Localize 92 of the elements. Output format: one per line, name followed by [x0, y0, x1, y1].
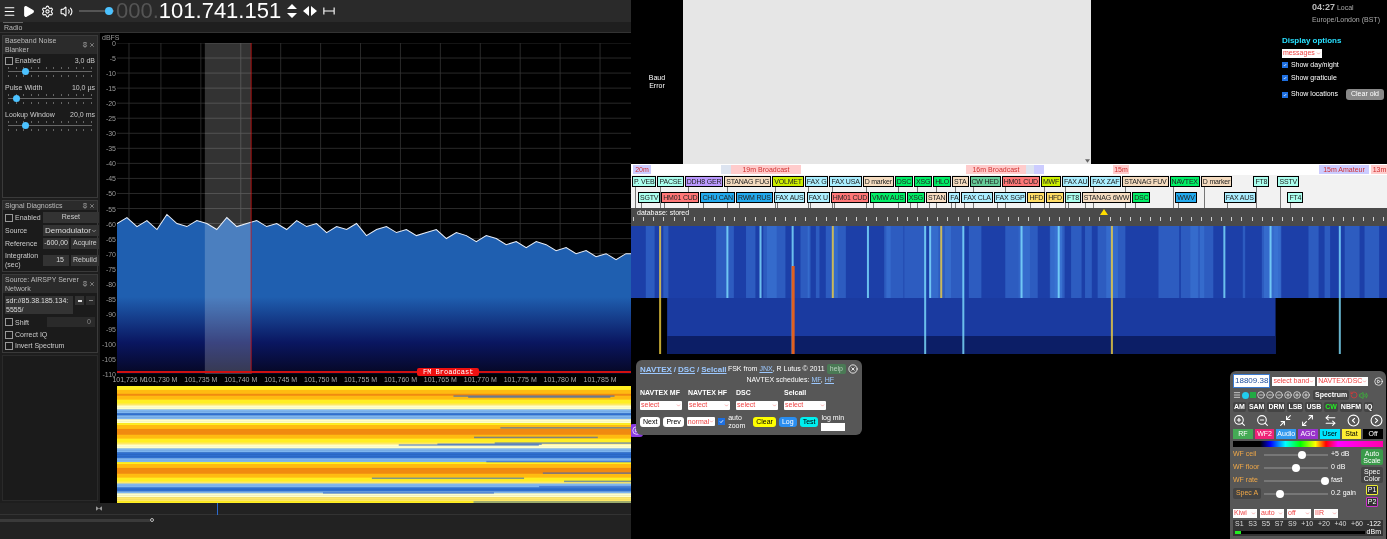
next-icon[interactable] — [1369, 414, 1383, 427]
zoom-in-icon[interactable] — [1233, 414, 1246, 427]
leader-line — [1172, 187, 1174, 208]
slider-thumb[interactable] — [21, 122, 29, 129]
menu-icon[interactable] — [3, 4, 16, 18]
checkbox[interactable] — [718, 418, 726, 426]
leader-line — [664, 203, 666, 208]
leader-line — [1280, 187, 1282, 208]
leader-line — [738, 203, 740, 208]
options-title: Display options — [1281, 35, 1343, 47]
slider-thumb[interactable] — [1298, 450, 1307, 459]
checkbox[interactable] — [1281, 62, 1288, 69]
checkbox[interactable] — [5, 341, 13, 350]
close-icon[interactable] — [89, 42, 95, 48]
leader-line — [1290, 203, 1292, 208]
zoom-out-icon[interactable] — [1266, 391, 1274, 399]
log-min-field[interactable] — [821, 423, 846, 431]
decoder-link[interactable]: NAVTEX — [640, 364, 672, 376]
clock-time: 04:27 — [1311, 1, 1335, 14]
splitter-icon[interactable] — [96, 506, 102, 511]
leader-line — [1203, 187, 1205, 208]
slider-thumb[interactable] — [21, 68, 29, 75]
up-down-icon[interactable] — [287, 4, 298, 18]
leader-line — [660, 187, 662, 208]
checkbox[interactable] — [1281, 74, 1288, 81]
leader-line — [1030, 203, 1032, 208]
filter-band[interactable] — [204, 43, 252, 374]
swap-icon[interactable] — [1324, 414, 1338, 427]
connect-icon[interactable] — [75, 296, 84, 305]
checkbox[interactable] — [5, 56, 13, 65]
checkbox[interactable] — [5, 330, 13, 339]
shrink-icon[interactable] — [1278, 414, 1292, 427]
caret-icon — [724, 402, 729, 408]
expand-icon[interactable] — [1301, 414, 1315, 427]
leader-line — [1135, 203, 1137, 208]
leader-line — [635, 187, 636, 208]
slider-thumb[interactable] — [13, 95, 21, 102]
decoder-link[interactable]: DSC — [678, 364, 695, 376]
zoom-in-icon[interactable] — [1302, 391, 1310, 399]
caret-icon — [1309, 378, 1315, 384]
caret-icon — [1362, 378, 1368, 384]
leader-line — [1256, 187, 1258, 208]
span-icon[interactable] — [323, 6, 336, 16]
zoom-out-icon[interactable] — [1257, 391, 1265, 399]
caret-icon — [676, 402, 681, 408]
speaker-icon[interactable] — [60, 4, 73, 18]
caret-icon — [1315, 51, 1321, 56]
zoom-in-icon[interactable] — [1293, 391, 1301, 399]
close-icon[interactable] — [89, 202, 95, 209]
zoom-out-icon[interactable] — [1255, 414, 1269, 427]
leader-line — [951, 203, 953, 208]
checkbox[interactable] — [5, 213, 13, 222]
leader-line — [909, 203, 911, 208]
decoder-link[interactable]: Selcall — [701, 364, 727, 376]
leader-line — [964, 203, 966, 208]
zoom-in-icon[interactable] — [1284, 391, 1292, 399]
zoom-out-icon[interactable] — [1275, 391, 1283, 399]
leader-line — [928, 203, 930, 208]
scroll-arrow-icon[interactable] — [1084, 159, 1090, 163]
left-right-icon[interactable] — [303, 6, 318, 16]
leader-line — [1068, 203, 1069, 208]
leader-line — [703, 203, 705, 208]
previous-icon[interactable] — [1347, 414, 1361, 427]
caret-icon — [90, 227, 97, 234]
caret-icon — [772, 402, 777, 408]
leader-line — [996, 203, 998, 208]
volume-thumb[interactable] — [104, 7, 113, 15]
caret-icon — [1278, 511, 1283, 516]
close-icon[interactable] — [89, 281, 95, 287]
leader-line — [1084, 203, 1086, 208]
separator: / — [697, 364, 700, 376]
caret-icon — [1251, 511, 1256, 516]
more-icon[interactable] — [86, 296, 95, 305]
slider-thumb[interactable] — [1276, 489, 1284, 498]
leader-line — [873, 203, 875, 208]
caret-icon — [1332, 511, 1337, 516]
leader-line — [641, 203, 642, 208]
leader-line — [1049, 203, 1051, 208]
checkbox[interactable] — [5, 318, 13, 326]
leader-line — [1178, 203, 1180, 208]
slider-thumb[interactable] — [1292, 463, 1300, 472]
source-select[interactable]: Demodulator — [43, 225, 99, 236]
leader-line — [1226, 203, 1228, 208]
play-icon[interactable] — [22, 4, 35, 18]
caret-icon — [709, 419, 715, 425]
caret-icon — [1305, 511, 1310, 516]
slider-thumb[interactable] — [1320, 476, 1329, 485]
settings-icon[interactable] — [41, 4, 54, 18]
checkbox[interactable] — [1281, 91, 1288, 98]
caret-icon — [820, 402, 825, 408]
frequency-field[interactable]: 18809.38 — [1233, 374, 1271, 388]
separator: / — [673, 364, 677, 376]
